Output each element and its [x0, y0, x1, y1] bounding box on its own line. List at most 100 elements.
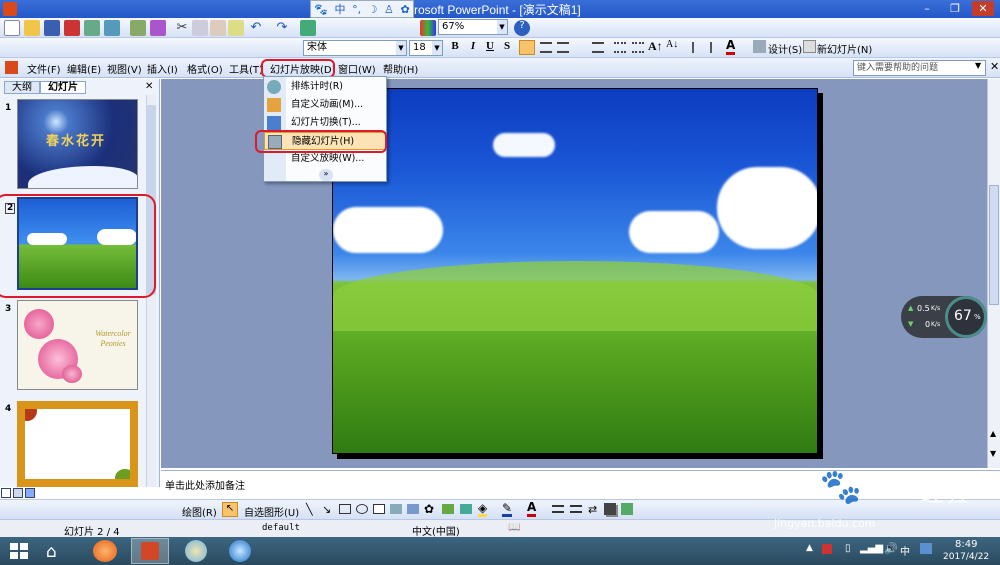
clock-time[interactable]: 8:49	[955, 539, 977, 550]
slide-thumbnail-4[interactable]	[17, 401, 138, 487]
editor-scrollbar[interactable]: ▲ ▼	[987, 79, 1000, 468]
italic-button[interactable]: I	[466, 40, 480, 54]
minimize-icon[interactable]: –	[916, 1, 938, 16]
help-dropdown-icon[interactable]: ▼	[975, 61, 981, 70]
menu-edit[interactable]: 编辑(E)	[67, 61, 101, 76]
paw-icon[interactable]: 🐾	[314, 3, 328, 16]
menu-tools[interactable]: 工具(T)	[229, 61, 263, 76]
windows-start-icon[interactable]	[10, 543, 28, 559]
menu-file[interactable]: 文件(F)	[27, 61, 61, 76]
slide-thumbnail-1[interactable]: 春水花开	[17, 99, 138, 189]
font-select[interactable]: 宋体 ▼	[303, 40, 407, 56]
menu-help[interactable]: 帮助(H)	[383, 61, 418, 76]
draw-menu[interactable]: 绘图(R)	[182, 504, 217, 519]
permission-icon[interactable]	[64, 20, 80, 36]
tab-outline[interactable]: 大纲	[4, 81, 40, 94]
clock-date[interactable]: 2017/4/22	[943, 552, 989, 562]
punct-icon[interactable]: °,	[352, 3, 361, 16]
format-painter-icon[interactable]	[228, 20, 244, 36]
restore-icon[interactable]: ❐	[944, 1, 966, 16]
3d-style-icon[interactable]	[621, 503, 633, 515]
menu-view[interactable]: 视图(V)	[107, 61, 142, 76]
signal-icon[interactable]: ▂▄▆	[860, 543, 883, 554]
sorter-view-icon[interactable]	[13, 488, 23, 498]
expand-menu-icon[interactable]: »	[319, 169, 333, 181]
cut-icon[interactable]: ✂	[174, 20, 190, 36]
research-icon[interactable]	[150, 20, 166, 36]
line-color-icon[interactable]: ✎	[502, 502, 513, 517]
increase-indent-icon[interactable]	[710, 42, 722, 53]
browser-icon[interactable]	[229, 540, 251, 562]
preview-icon[interactable]	[104, 20, 120, 36]
menu-item-rehearse[interactable]: 排练计时(R)	[264, 78, 386, 96]
clipart-icon[interactable]: ✿	[424, 502, 434, 516]
close-doc-icon[interactable]: ✕	[990, 60, 999, 73]
normal-view-icon[interactable]	[1, 488, 11, 498]
decrease-indent-icon[interactable]	[692, 42, 704, 53]
arrow-style-icon[interactable]: ⇄	[588, 503, 597, 516]
color-icon[interactable]	[420, 20, 436, 36]
wordart-icon[interactable]	[390, 504, 402, 514]
line-style-icon[interactable]	[552, 505, 564, 513]
redo-icon[interactable]: ↷	[274, 20, 290, 36]
select-pointer-icon[interactable]: ↖	[222, 502, 238, 517]
align-center-icon[interactable]	[540, 42, 552, 53]
open-icon[interactable]	[24, 20, 40, 36]
insert-image-icon[interactable]	[460, 504, 472, 514]
pane-close-icon[interactable]: ✕	[145, 81, 153, 92]
align-left-icon[interactable]	[519, 40, 535, 55]
tray-ime[interactable]: 中	[900, 543, 910, 558]
help-search-input[interactable]: 键入需要帮助的问题	[853, 60, 986, 76]
gear-icon[interactable]: ✿	[400, 3, 409, 16]
copy-icon[interactable]	[192, 20, 208, 36]
slide-thumbnail-3[interactable]: Watercolor Peonies	[17, 300, 138, 390]
ime-lang[interactable]: 中	[335, 1, 346, 17]
undo-icon[interactable]: ↶	[248, 20, 264, 36]
menu-insert[interactable]: 插入(I)	[147, 61, 178, 76]
new-icon[interactable]	[4, 20, 20, 36]
menu-window[interactable]: 窗口(W)	[338, 61, 376, 76]
slideshow-view-icon[interactable]	[25, 488, 35, 498]
ime-toolbar[interactable]: 🐾 中 °, ☽ ♙ ✿	[310, 0, 414, 18]
size-select[interactable]: 18 ▼	[409, 40, 443, 56]
shadow-style-icon[interactable]	[604, 503, 616, 515]
distribute-icon[interactable]	[592, 42, 604, 53]
new-slide-button[interactable]: 新幻灯片(N)	[817, 41, 872, 56]
picture-icon[interactable]	[442, 504, 454, 514]
oval-icon[interactable]	[356, 504, 368, 514]
diagram-icon[interactable]	[407, 504, 419, 514]
home-icon[interactable]: ⌂	[46, 542, 57, 562]
print-icon[interactable]	[84, 20, 100, 36]
align-right-icon[interactable]	[557, 42, 569, 53]
editor-scroll-thumb[interactable]	[989, 185, 999, 305]
design-icon[interactable]	[753, 40, 766, 53]
moon-icon[interactable]: ☽	[368, 3, 378, 16]
current-slide[interactable]	[332, 88, 818, 454]
notification-icon[interactable]	[920, 543, 932, 554]
fill-color-icon[interactable]: ◈	[478, 502, 488, 517]
bold-button[interactable]: B	[448, 40, 462, 54]
tray-expand-icon[interactable]: ▲	[806, 543, 813, 553]
design-button[interactable]: 设计(S)	[768, 41, 802, 56]
dash-style-icon[interactable]	[570, 505, 582, 513]
menu-item-custom-animation[interactable]: 自定义动画(M)...	[264, 96, 386, 114]
numbering-icon[interactable]	[614, 42, 626, 53]
battery-icon[interactable]: ▯	[845, 543, 851, 554]
powerpoint-app-icon[interactable]	[3, 2, 17, 16]
grow-font-icon[interactable]: A↑	[648, 39, 663, 54]
network-speed-widget[interactable]: ▲ 0.5 K/s ▼ 0 K/s 67 %	[901, 296, 987, 338]
menu-format[interactable]: 格式(O)	[187, 61, 223, 76]
taskbar-powerpoint[interactable]	[131, 538, 169, 564]
chart-icon[interactable]	[300, 20, 316, 36]
tray-app-icon[interactable]	[822, 544, 832, 554]
doc-icon[interactable]	[5, 61, 18, 74]
line-icon[interactable]: ╲	[306, 503, 313, 516]
help-icon[interactable]: ?	[514, 20, 530, 36]
prev-slide-icon[interactable]: ▲	[990, 429, 996, 438]
app-icon-orange[interactable]	[93, 540, 117, 562]
shadow-button[interactable]: S	[500, 40, 514, 54]
arrow-icon[interactable]: ↘	[322, 503, 331, 516]
bullets-icon[interactable]	[632, 42, 644, 53]
textbox-icon[interactable]	[373, 504, 385, 514]
zoom-select[interactable]: 67% ▼	[438, 19, 508, 35]
